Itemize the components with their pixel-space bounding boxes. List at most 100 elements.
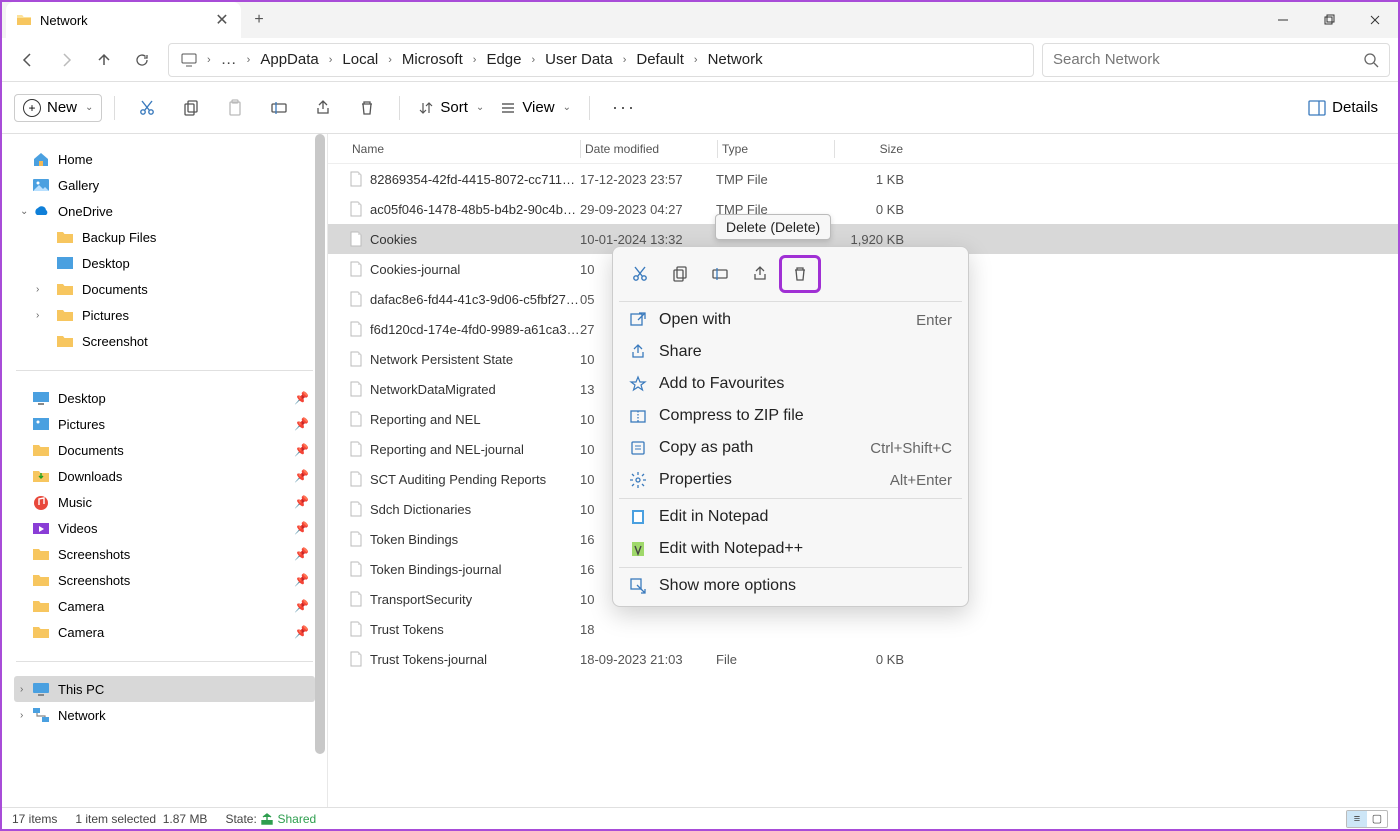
cut-button[interactable] (127, 90, 167, 126)
pin-icon: 📌 (294, 495, 309, 509)
column-date[interactable]: Date modified (581, 142, 717, 156)
breadcrumb-segment[interactable]: Local (336, 49, 384, 70)
column-name[interactable]: Name (348, 142, 580, 156)
sidebar-item[interactable]: Music📌 (14, 489, 315, 515)
file-row[interactable]: 82869354-42fd-4415-8072-cc71137bca6f...1… (328, 164, 1398, 194)
details-view-icon[interactable]: ≡ (1347, 811, 1367, 827)
view-toggle[interactable]: ≡ ▢ (1346, 810, 1388, 828)
chevron-right-icon[interactable]: › (386, 54, 394, 66)
context-edit-npp[interactable]: Edit with Notepad++ (613, 533, 968, 565)
new-tab-button[interactable]: + (241, 2, 277, 38)
music-icon (32, 494, 50, 510)
chevron-right-icon[interactable]: › (20, 684, 23, 695)
chevron-right-icon[interactable]: › (36, 284, 39, 295)
forward-button[interactable] (48, 42, 84, 78)
sidebar-item[interactable]: Screenshots📌 (14, 567, 315, 593)
close-window-button[interactable] (1352, 2, 1398, 38)
rename-button[interactable] (259, 90, 299, 126)
chevron-right-icon[interactable]: › (36, 310, 39, 321)
sidebar-item[interactable]: Desktop (14, 250, 315, 276)
chevron-right-icon[interactable]: › (327, 54, 335, 66)
context-compress[interactable]: Compress to ZIP file (613, 400, 968, 432)
context-copy-path[interactable]: Copy as path Ctrl+Shift+C (613, 432, 968, 464)
sidebar-item-network[interactable]: › Network (14, 702, 315, 728)
file-icon (348, 651, 364, 667)
close-icon[interactable]: ✕ (213, 11, 231, 29)
breadcrumb-segment[interactable]: Network (702, 49, 769, 70)
file-name: Trust Tokens (370, 622, 444, 637)
thispc-icon[interactable] (175, 46, 203, 74)
context-properties[interactable]: Properties Alt+Enter (613, 464, 968, 496)
sidebar-item-thispc[interactable]: › This PC (14, 676, 315, 702)
sidebar-item[interactable]: Downloads📌 (14, 463, 315, 489)
breadcrumbs[interactable]: › … › AppData › Local › Microsoft › Edge… (168, 43, 1034, 77)
new-button[interactable]: + New ⌄ (14, 94, 102, 122)
chevron-down-icon[interactable]: ⌄ (20, 206, 28, 217)
back-button[interactable] (10, 42, 46, 78)
minimize-button[interactable] (1260, 2, 1306, 38)
share-button[interactable] (741, 257, 779, 291)
search-icon (1363, 52, 1379, 68)
breadcrumb-segment[interactable]: User Data (539, 49, 619, 70)
share-button[interactable] (303, 90, 343, 126)
maximize-button[interactable] (1306, 2, 1352, 38)
context-share[interactable]: Share (613, 336, 968, 368)
breadcrumb-segment[interactable]: Default (630, 49, 690, 70)
chevron-right-icon[interactable]: › (205, 54, 213, 66)
chevron-right-icon[interactable]: › (245, 54, 253, 66)
home-icon (32, 151, 50, 167)
details-pane-button[interactable]: Details (1300, 99, 1386, 116)
context-favourites[interactable]: Add to Favourites (613, 368, 968, 400)
file-date: 17-12-2023 23:57 (580, 172, 716, 187)
copy-button[interactable] (661, 257, 699, 291)
search-input[interactable]: Search Network (1042, 43, 1390, 77)
sidebar-item[interactable]: ›Documents (14, 276, 315, 302)
delete-button[interactable] (347, 90, 387, 126)
delete-button[interactable] (781, 257, 819, 291)
copy-button[interactable] (171, 90, 211, 126)
context-edit-notepad[interactable]: Edit in Notepad (613, 501, 968, 533)
up-button[interactable] (86, 42, 122, 78)
view-button[interactable]: View ⌄ (494, 95, 577, 120)
sidebar-item-home[interactable]: Home (14, 146, 315, 172)
chevron-right-icon[interactable]: › (20, 710, 23, 721)
column-type[interactable]: Type (718, 142, 834, 156)
notepadpp-icon (629, 540, 647, 558)
breadcrumb-segment[interactable]: Edge (480, 49, 527, 70)
rename-button[interactable] (701, 257, 739, 291)
sidebar-item[interactable]: Screenshot (14, 328, 315, 354)
sidebar-item[interactable]: Backup Files (14, 224, 315, 250)
sidebar-item[interactable]: ›Pictures (14, 302, 315, 328)
file-date: 18-09-2023 21:03 (580, 652, 716, 667)
sidebar-item[interactable]: Screenshots📌 (14, 541, 315, 567)
sidebar-item-gallery[interactable]: Gallery (14, 172, 315, 198)
file-row[interactable]: ac05f046-1478-48b5-b4b2-90c4bdaa186...29… (328, 194, 1398, 224)
sidebar-item[interactable]: Pictures📌 (14, 411, 315, 437)
tab-network[interactable]: Network ✕ (6, 2, 241, 38)
paste-button[interactable] (215, 90, 255, 126)
breadcrumb-segment[interactable]: Microsoft (396, 49, 469, 70)
sidebar-item[interactable]: Camera📌 (14, 619, 315, 645)
thumbnails-view-icon[interactable]: ▢ (1367, 811, 1387, 827)
file-row[interactable]: Trust Tokens-journal18-09-2023 21:03File… (328, 644, 1398, 674)
sidebar-item[interactable]: Desktop📌 (14, 385, 315, 411)
scrollbar-thumb[interactable] (315, 134, 325, 754)
context-show-more[interactable]: Show more options (613, 570, 968, 602)
context-open-with[interactable]: Open with Enter (613, 304, 968, 336)
sidebar-item[interactable]: Documents📌 (14, 437, 315, 463)
column-size[interactable]: Size (835, 142, 907, 156)
sidebar-item-onedrive[interactable]: ⌄ OneDrive (14, 198, 315, 224)
chevron-right-icon[interactable]: › (692, 54, 700, 66)
ellipsis-icon[interactable]: … (215, 46, 243, 74)
sidebar-item[interactable]: Camera📌 (14, 593, 315, 619)
refresh-button[interactable] (124, 42, 160, 78)
chevron-right-icon[interactable]: › (529, 54, 537, 66)
file-row[interactable]: Trust Tokens18 (328, 614, 1398, 644)
more-button[interactable]: ··· (602, 97, 646, 118)
sidebar-item[interactable]: Videos📌 (14, 515, 315, 541)
cut-button[interactable] (621, 257, 659, 291)
breadcrumb-segment[interactable]: AppData (254, 49, 324, 70)
chevron-right-icon[interactable]: › (471, 54, 479, 66)
chevron-right-icon[interactable]: › (621, 54, 629, 66)
sort-button[interactable]: Sort ⌄ (412, 95, 490, 120)
